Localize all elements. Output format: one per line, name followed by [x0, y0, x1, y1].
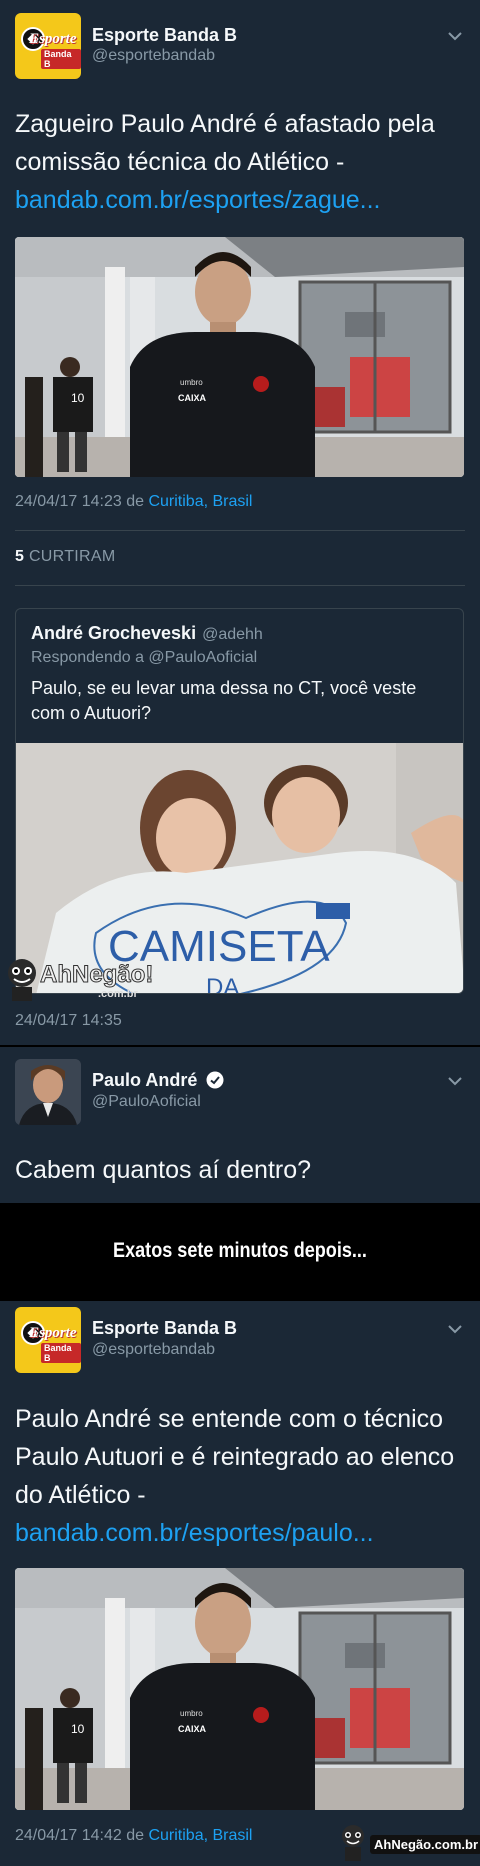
quoted-text: Paulo, se eu levar uma dessa no CT, você…	[31, 678, 417, 723]
tweet-text: Cabem quantos aí dentro?	[15, 1156, 312, 1184]
tweet-photo[interactable]: 10 umbro CAIXA	[15, 1568, 464, 1810]
quote-timestamp: 24/04/17 14:35	[15, 1012, 122, 1029]
logo-text-banda-b: Banda B	[41, 1343, 81, 1363]
logo-text-esporte: Esporte	[29, 31, 77, 47]
logo-text-banda-b: Banda B	[41, 49, 81, 69]
watermark-brand: AhNegão!	[39, 961, 154, 989]
divider	[15, 530, 465, 531]
chevron-down-icon[interactable]	[446, 27, 464, 45]
shirt-sponsor: CAIXA	[178, 1724, 207, 1734]
quoted-author-handle: @adehh	[202, 626, 263, 643]
mascot-icon	[8, 959, 36, 1001]
tweet-meta: 24/04/17 14:23 de Curitiba, Brasil	[15, 493, 252, 511]
quoted-tweet[interactable]: André Grocheveski @adehh Respondendo a @P…	[15, 608, 464, 994]
esporte-banda-b-avatar[interactable]: Esporte Banda B	[15, 1307, 81, 1373]
shirt-brand: umbro	[180, 1709, 203, 1718]
portrait-photo	[15, 1059, 81, 1125]
caption-text: Exatos sete minutos depois...	[113, 1239, 367, 1262]
tweet-link[interactable]: bandab.com.br/esportes/zague...	[15, 186, 381, 214]
background-shirt-number: 10	[71, 1722, 85, 1736]
author-name[interactable]: Esporte Banda B	[92, 25, 237, 46]
tweet-location[interactable]: Curitiba, Brasil	[148, 1827, 252, 1844]
tweet-text: Paulo André se entende com o técnico Pau…	[15, 1400, 467, 1552]
tweet-link[interactable]: bandab.com.br/esportes/paulo...	[15, 1519, 374, 1547]
verified-badge-icon	[206, 1071, 224, 1089]
tweet-body: Zagueiro Paulo André é afastado pela com…	[15, 110, 435, 176]
quoted-author[interactable]: André Grocheveski @adehh	[31, 623, 263, 644]
likes-count[interactable]: 5 CURTIRAM	[15, 548, 116, 566]
author-handle[interactable]: @PauloAoficial	[92, 1093, 201, 1111]
background-shirt-number: 10	[71, 391, 85, 405]
mascot-icon	[342, 1825, 364, 1861]
chevron-down-icon[interactable]	[446, 1320, 464, 1338]
tweet-meta: 24/04/17 14:42 de Curitiba, Brasil	[15, 1827, 252, 1845]
author-name-text: Paulo André	[92, 1070, 198, 1090]
tweet-body: Paulo André se entende com o técnico Pau…	[15, 1405, 455, 1509]
tweet-timestamp: 24/04/17 14:23 de	[15, 493, 149, 510]
divider	[15, 585, 465, 586]
shirt-drawn-text-2: DA	[206, 974, 239, 994]
author-name[interactable]: Esporte Banda B	[92, 1318, 237, 1339]
author-handle[interactable]: @esportebandab	[92, 1341, 215, 1359]
shirt-sponsor: CAIXA	[178, 393, 207, 403]
watermark-footer-brand: AhNegão.com.br	[370, 1835, 480, 1854]
tweet-location[interactable]: Curitiba, Brasil	[148, 493, 252, 510]
paulo-andre-avatar[interactable]	[15, 1059, 81, 1125]
stadium-player-photo: 10 umbro CAIXA	[15, 1568, 464, 1810]
author-name[interactable]: Paulo André	[92, 1070, 224, 1091]
caption-band: Exatos sete minutos depois...	[0, 1203, 480, 1301]
tweet-text: Zagueiro Paulo André é afastado pela com…	[15, 105, 467, 219]
author-handle[interactable]: @esportebandab	[92, 47, 215, 65]
ahnegao-watermark-footer: AhNegão.com.br	[338, 1823, 480, 1863]
tweet-esporte-2: Esporte Banda B Esporte Banda B @esporte…	[0, 1301, 480, 1866]
watermark-domain: .com.br	[98, 988, 138, 1000]
likes-label: CURTIRAM	[24, 548, 116, 565]
tweet-timestamp: 24/04/17 14:42 de	[15, 1827, 149, 1844]
logo-text-esporte: Esporte	[29, 1325, 77, 1341]
stadium-player-photo: 10 umbro CAIXA	[15, 237, 464, 477]
tweet-esporte-1: Esporte Banda B Esporte Banda B @esporte…	[0, 0, 480, 1045]
shirt-brand: umbro	[180, 378, 203, 387]
chevron-down-icon[interactable]	[446, 1072, 464, 1090]
tweet-photo[interactable]: 10 umbro CAIXA	[15, 237, 464, 477]
ahnegao-watermark-mid: AhNegão! .com.br	[2, 955, 172, 1005]
esporte-banda-b-avatar[interactable]: Esporte Banda B	[15, 13, 81, 79]
tweet-paulo-andre: Paulo André @PauloAoficial Cabem quantos…	[0, 1045, 480, 1203]
quoted-author-name: André Grocheveski	[31, 623, 197, 643]
reply-context[interactable]: Respondendo a @PauloAoficial	[31, 649, 257, 667]
likes-number: 5	[15, 548, 25, 565]
